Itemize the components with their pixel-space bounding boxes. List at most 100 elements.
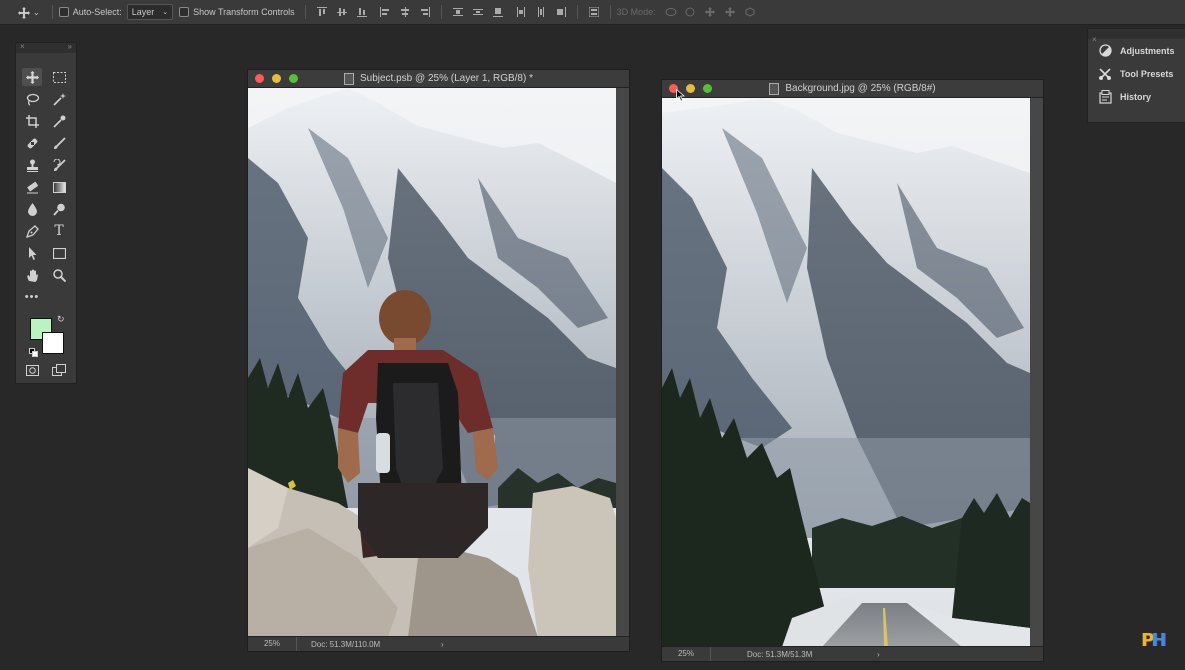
distribute-vertical-center-icon[interactable] bbox=[472, 7, 483, 17]
distribute-horizontal-center-icon[interactable] bbox=[536, 7, 546, 17]
close-icon[interactable]: × bbox=[20, 42, 25, 51]
path-selection-tool-icon[interactable] bbox=[22, 244, 42, 262]
psb-file-icon bbox=[343, 72, 354, 85]
rectangle-tool-icon[interactable] bbox=[49, 244, 69, 262]
panel-dock-header[interactable]: × bbox=[1088, 29, 1185, 44]
swap-colors-icon[interactable]: ↻ bbox=[57, 314, 65, 325]
ph-watermark-logo: PH bbox=[1141, 630, 1169, 652]
chevron-down-icon[interactable]: ⌄ bbox=[33, 8, 40, 17]
zoom-window-button[interactable] bbox=[703, 84, 712, 93]
blur-tool-icon[interactable] bbox=[22, 200, 42, 218]
distribute-bottom-icon[interactable] bbox=[492, 7, 503, 17]
doc-size-info[interactable]: Doc: 51.3M/51.3M bbox=[747, 650, 867, 659]
status-menu-arrow[interactable]: › bbox=[441, 640, 444, 649]
screen-mode-icon[interactable] bbox=[49, 361, 69, 379]
clone-stamp-tool-icon[interactable] bbox=[22, 156, 42, 174]
background-color-swatch[interactable] bbox=[42, 332, 64, 354]
zoom-tool-icon[interactable] bbox=[49, 266, 69, 284]
more-tools-icon[interactable]: ••• bbox=[22, 288, 42, 306]
divider bbox=[304, 5, 306, 19]
marquee-tool-icon[interactable] bbox=[49, 68, 69, 86]
move-tool-icon[interactable] bbox=[22, 68, 42, 86]
default-colors-icon[interactable] bbox=[29, 344, 38, 362]
eraser-tool-icon[interactable] bbox=[22, 178, 42, 196]
chevron-down-icon: ⌄ bbox=[162, 9, 169, 16]
distribute-top-icon[interactable] bbox=[452, 7, 463, 17]
auto-select-dropdown[interactable]: Layer ⌄ bbox=[126, 4, 174, 20]
document-canvas-background[interactable] bbox=[662, 98, 1030, 647]
auto-select-value: Layer bbox=[131, 7, 155, 17]
quick-mask-icon[interactable] bbox=[22, 361, 42, 379]
auto-select-checkbox[interactable] bbox=[58, 7, 69, 17]
tools-panel-header[interactable]: × » bbox=[16, 42, 76, 53]
doc-size-info[interactable]: Doc: 51.3M/110.0M bbox=[311, 640, 431, 649]
close-icon[interactable]: × bbox=[1092, 35, 1097, 44]
3d-orbit-icon[interactable] bbox=[665, 7, 677, 17]
mouse-cursor-icon bbox=[676, 88, 686, 107]
vertical-scrollbar[interactable] bbox=[1031, 98, 1043, 647]
adjustments-icon bbox=[1098, 44, 1112, 58]
tool-presets-icon bbox=[1098, 67, 1112, 81]
align-vertical-center-icon[interactable] bbox=[336, 7, 347, 17]
align-left-icon[interactable] bbox=[379, 7, 390, 17]
3d-slide-icon[interactable] bbox=[724, 7, 735, 17]
zoom-level[interactable]: 25% bbox=[662, 647, 711, 661]
hand-tool-icon[interactable] bbox=[22, 266, 42, 284]
align-buttons bbox=[312, 7, 435, 17]
auto-select-label: Auto-Select: bbox=[72, 7, 122, 17]
document-title-bar[interactable]: Background.jpg @ 25% (RGB/8#) bbox=[662, 80, 1043, 98]
document-window-subject[interactable]: Subject.psb @ 25% (Layer 1, RGB/8) * 25%… bbox=[247, 69, 630, 652]
document-title-bar[interactable]: Subject.psb @ 25% (Layer 1, RGB/8) * bbox=[248, 70, 629, 88]
panel-item-adjustments[interactable]: Adjustments bbox=[1088, 39, 1185, 62]
panel-item-label: History bbox=[1120, 91, 1152, 102]
distribute-right-icon[interactable] bbox=[556, 7, 566, 17]
crop-tool-icon[interactable] bbox=[22, 112, 42, 130]
magic-wand-tool-icon[interactable] bbox=[49, 90, 69, 108]
options-bar: ⌄ Auto-Select: Layer ⌄ Show Transform Co… bbox=[0, 0, 1185, 25]
document-window-background[interactable]: Background.jpg @ 25% (RGB/8#) 25% Doc: 5… bbox=[661, 79, 1044, 662]
3d-mode-buttons bbox=[660, 7, 760, 17]
align-horizontal-center-icon[interactable] bbox=[400, 7, 410, 17]
type-tool-icon[interactable]: T bbox=[49, 222, 69, 240]
document-title: Subject.psb @ 25% (Layer 1, RGB/8) * bbox=[359, 73, 533, 84]
3d-scale-icon[interactable] bbox=[745, 7, 755, 17]
3d-pan-icon[interactable] bbox=[704, 7, 715, 17]
document-status-bar: 25% Doc: 51.3M/110.0M › bbox=[248, 636, 629, 651]
align-bottom-icon[interactable] bbox=[356, 7, 367, 17]
show-transform-label: Show Transform Controls bbox=[193, 7, 295, 17]
divider bbox=[576, 5, 578, 19]
show-transform-checkbox[interactable] bbox=[179, 7, 190, 17]
3d-roll-icon[interactable] bbox=[685, 7, 695, 17]
collapse-icon[interactable]: » bbox=[68, 42, 72, 51]
align-top-icon[interactable] bbox=[316, 7, 327, 17]
3d-mode-label: 3D Mode: bbox=[616, 7, 656, 17]
document-title: Background.jpg @ 25% (RGB/8#) bbox=[785, 83, 936, 94]
auto-align-layers-icon[interactable] bbox=[588, 7, 599, 17]
dodge-tool-icon[interactable] bbox=[49, 200, 69, 218]
brush-tool-icon[interactable] bbox=[49, 134, 69, 152]
close-window-button[interactable] bbox=[255, 74, 264, 83]
eyedropper-tool-icon[interactable] bbox=[49, 112, 69, 130]
history-brush-tool-icon[interactable] bbox=[49, 156, 69, 174]
divider bbox=[440, 5, 442, 19]
gradient-tool-icon[interactable] bbox=[49, 178, 69, 196]
align-right-icon[interactable] bbox=[420, 7, 430, 17]
panel-item-tool-presets[interactable]: Tool Presets bbox=[1088, 62, 1185, 85]
distribute-left-icon[interactable] bbox=[516, 7, 526, 17]
tools-panel: × » T ••• ↻ bbox=[15, 42, 77, 384]
document-canvas-subject[interactable] bbox=[248, 88, 616, 637]
pen-tool-icon[interactable] bbox=[22, 222, 42, 240]
distribute-buttons bbox=[448, 7, 571, 17]
minimize-window-button[interactable] bbox=[272, 74, 281, 83]
zoom-level[interactable]: 25% bbox=[248, 637, 297, 651]
minimize-window-button[interactable] bbox=[686, 84, 695, 93]
panel-item-history[interactable]: History bbox=[1088, 85, 1185, 108]
divider bbox=[609, 5, 611, 19]
divider bbox=[51, 5, 53, 19]
status-menu-arrow[interactable]: › bbox=[877, 650, 880, 659]
move-tool-preset-icon[interactable] bbox=[18, 7, 30, 19]
lasso-tool-icon[interactable] bbox=[22, 90, 42, 108]
zoom-window-button[interactable] bbox=[289, 74, 298, 83]
vertical-scrollbar[interactable] bbox=[617, 88, 629, 637]
healing-brush-tool-icon[interactable] bbox=[22, 134, 42, 152]
